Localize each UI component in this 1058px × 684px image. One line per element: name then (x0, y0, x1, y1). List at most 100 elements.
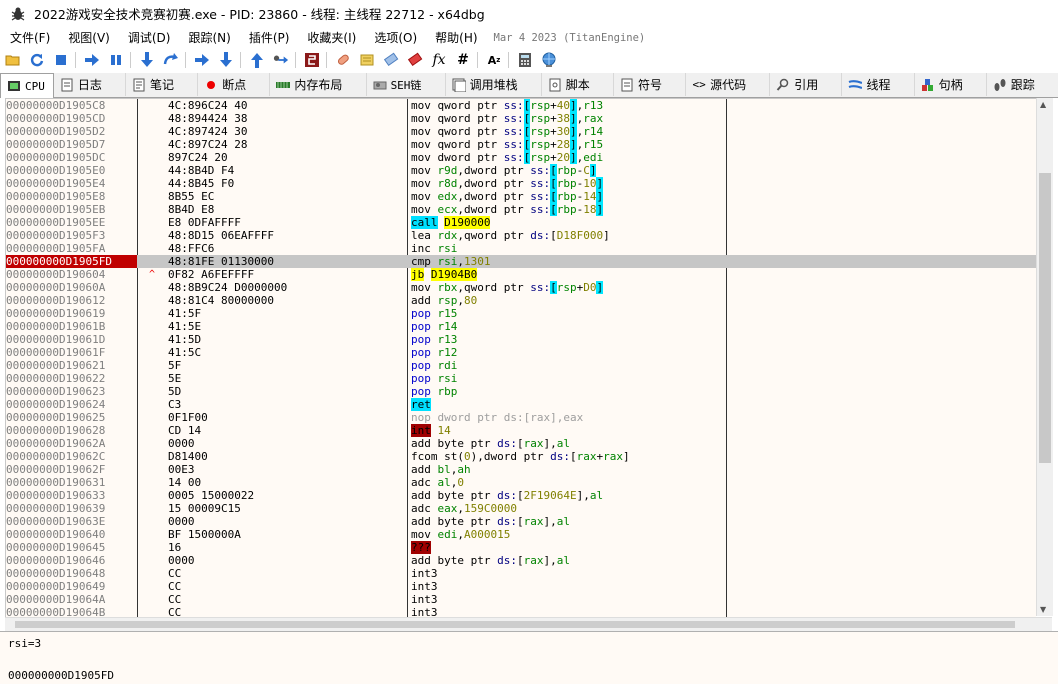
menu-file[interactable]: 文件(F) (0, 29, 58, 46)
disasm-row[interactable]: 00000000D19063E 0000 add byte ptr ds:[rax]… (6, 515, 1036, 528)
menu-trace[interactable]: 跟踪(N) (178, 29, 238, 46)
scroll-up-icon[interactable]: ▲ (1040, 100, 1046, 109)
bookmark-icon[interactable] (407, 52, 423, 68)
disasm-row[interactable]: 00000000D190619 41:5F pop r15 (6, 307, 1036, 320)
row-bytes: CC (168, 593, 182, 606)
disasm-row[interactable]: 00000000D1905E0 44:8B4D F4 mov r9d,dword p… (6, 164, 1036, 177)
row-instruction: adc al,0 (411, 476, 464, 489)
row-address: 00000000D190645 (6, 541, 106, 554)
trace-over-icon[interactable] (218, 52, 234, 68)
disasm-row[interactable]: 00000000D1905EE E8 0DFAFFFF call D190000 (6, 216, 1036, 229)
comment-icon[interactable] (359, 52, 375, 68)
disasm-row[interactable]: 00000000D1905C8 4C:896C24 40 mov qword ptr… (6, 99, 1036, 112)
disasm-row[interactable]: 00000000D1905F3 48:8D15 06EAFFFF lea rdx,q… (6, 229, 1036, 242)
scylla-icon[interactable] (304, 52, 320, 68)
tab-symbols[interactable]: 符号 (614, 73, 687, 96)
calculator-icon[interactable] (517, 52, 533, 68)
tab-references[interactable]: 引用 (770, 73, 843, 96)
horizontal-scrollbar[interactable] (5, 617, 1052, 631)
disasm-row[interactable]: 00000000D190640 BF 1500000A mov edi,A00001… (6, 528, 1036, 541)
disasm-row[interactable]: 00000000D1905EB 8B4D E8 mov ecx,dword ptr … (6, 203, 1036, 216)
disasm-row[interactable]: 00000000D1905DC 897C24 20 mov dword ptr ss… (6, 151, 1036, 164)
disasm-row[interactable]: 00000000D19061B 41:5E pop r14 (6, 320, 1036, 333)
disasm-row[interactable]: 00000000D19064A CC int3 (6, 593, 1036, 606)
disasm-row[interactable]: 00000000D190628 CD 14 int 14 (6, 424, 1036, 437)
function-icon[interactable]: fx (431, 52, 447, 68)
font-icon[interactable]: Az (486, 52, 502, 68)
scroll-thumb[interactable] (1039, 173, 1051, 463)
tab-notes[interactable]: 笔记 (126, 73, 199, 96)
globe-icon[interactable] (541, 52, 557, 68)
disasm-row[interactable]: 00000000D190622 5E pop rsi (6, 372, 1036, 385)
disasm-row[interactable]: 00000000D19060A 48:8B9C24 D0000000 mov rbx… (6, 281, 1036, 294)
menu-options[interactable]: 选项(O) (364, 29, 425, 46)
disasm-row[interactable]: 00000000D190639 15 00009C15 adc eax,159C00… (6, 502, 1036, 515)
step-over-icon[interactable] (163, 52, 179, 68)
row-bytes: CC (168, 567, 182, 580)
trace-into-icon[interactable] (194, 52, 210, 68)
disasm-row[interactable]: 00000000D190631 14 00 adc al,0 (6, 476, 1036, 489)
menu-debug[interactable]: 调试(D) (118, 29, 179, 46)
tab-trace[interactable]: 跟踪 (987, 73, 1058, 96)
disasm-row[interactable]: 00000000D190621 5F pop rdi (6, 359, 1036, 372)
disasm-row[interactable]: 00000000D190624 C3 ret (6, 398, 1036, 411)
scroll-down-icon[interactable]: ▼ (1040, 605, 1046, 614)
tab-handles[interactable]: 句柄 (915, 73, 987, 96)
disasm-row[interactable]: 00000000D19062A 0000 add byte ptr ds:[rax]… (6, 437, 1036, 450)
menu-favourites[interactable]: 收藏夹(I) (297, 29, 364, 46)
row-address: 00000000D190612 (6, 294, 106, 307)
tab-memory-map[interactable]: 内存布局 (270, 73, 367, 96)
row-address: 00000000D190628 (6, 424, 106, 437)
disasm-row[interactable]: 00000000D1905D2 4C:897424 30 mov qword ptr… (6, 125, 1036, 138)
tab-call-stack[interactable]: 调用堆栈 (446, 73, 542, 96)
disasm-row[interactable]: 00000000D19061D 41:5D pop r13 (6, 333, 1036, 346)
tab-seh[interactable]: SEH链 (367, 73, 446, 96)
row-instruction: ret (411, 398, 431, 411)
restart-icon[interactable] (29, 52, 45, 68)
disasm-row[interactable]: 00000000D19062F 00E3 add bl,ah (6, 463, 1036, 476)
execute-till-return-icon[interactable] (249, 52, 265, 68)
disasm-row[interactable]: 00000000D190625 0F1F00 nop dword ptr ds:[r… (6, 411, 1036, 424)
scroll-thumb[interactable] (15, 621, 1015, 628)
stop-icon[interactable] (53, 52, 69, 68)
disasm-row[interactable]: 00000000D190646 0000 add byte ptr ds:[rax]… (6, 554, 1036, 567)
row-bytes: D81400 (168, 450, 208, 463)
label-icon[interactable] (383, 52, 399, 68)
menu-help[interactable]: 帮助(H) (425, 29, 485, 46)
disasm-row[interactable]: 00000000D1905D7 4C:897C24 28 mov qword ptr… (6, 138, 1036, 151)
disasm-row[interactable]: 00000000D19062C D81400 fcom st(0),dword pt… (6, 450, 1036, 463)
row-bytes: 5F (168, 359, 182, 372)
menu-view[interactable]: 视图(V) (58, 29, 118, 46)
hash-icon[interactable]: # (455, 52, 471, 68)
disasm-row[interactable]: 00000000D190612 48:81C4 80000000 add rsp,8… (6, 294, 1036, 307)
tab-cpu[interactable]: CPU (0, 73, 54, 98)
disasm-row[interactable]: 00000000D1905E8 8B55 EC mov edx,dword ptr … (6, 190, 1036, 203)
patch-icon[interactable] (335, 52, 351, 68)
run-to-user-code-icon[interactable] (273, 52, 289, 68)
disasm-row[interactable]: 00000000D1905FA 48:FFC6 inc rsi (6, 242, 1036, 255)
run-icon[interactable] (84, 52, 100, 68)
disassembly-view[interactable]: 00000000D1905C8 4C:896C24 40 mov qword ptr… (5, 98, 1036, 618)
tab-breakpoints[interactable]: 断点 (198, 73, 271, 96)
menu-plugins[interactable]: 插件(P) (239, 29, 298, 46)
row-bytes: 41:5E (168, 320, 202, 333)
tab-script[interactable]: 脚本 (542, 73, 614, 96)
disasm-row[interactable]: 00000000D190623 5D pop rbp (6, 385, 1036, 398)
disasm-row[interactable]: 00000000D190649 CC int3 (6, 580, 1036, 593)
disasm-row[interactable]: 00000000D190648 CC int3 (6, 567, 1036, 580)
step-into-icon[interactable] (139, 52, 155, 68)
row-address: 00000000D19061B (6, 320, 106, 333)
disasm-row[interactable]: 00000000D190604 ^ 0F82 A6FEFFFF jb D1904B0 (6, 268, 1036, 281)
open-icon[interactable] (5, 52, 21, 68)
disasm-row[interactable]: 00000000D1905CD 48:894424 38 mov qword ptr… (6, 112, 1036, 125)
pause-icon[interactable] (108, 52, 124, 68)
tab-source[interactable]: <> 源代码 (686, 73, 771, 96)
disasm-row[interactable]: 00000000D190633 0005 15000022 add byte ptr… (6, 489, 1036, 502)
vertical-scrollbar[interactable]: ▲ ▼ (1036, 98, 1053, 616)
disasm-row[interactable]: 00000000D190645 16??? (6, 541, 1036, 554)
tab-threads[interactable]: 线程 (842, 73, 915, 96)
disasm-row[interactable]: 00000000D19061F 41:5C pop r12 (6, 346, 1036, 359)
disasm-row[interactable]: 00000000D1905E4 44:8B45 F0 mov r8d,dword p… (6, 177, 1036, 190)
disasm-row[interactable]: 000000000D1905FD 48:81FE 01130000 cmp rsi,… (6, 255, 1036, 268)
tab-log[interactable]: 日志 (54, 73, 127, 96)
